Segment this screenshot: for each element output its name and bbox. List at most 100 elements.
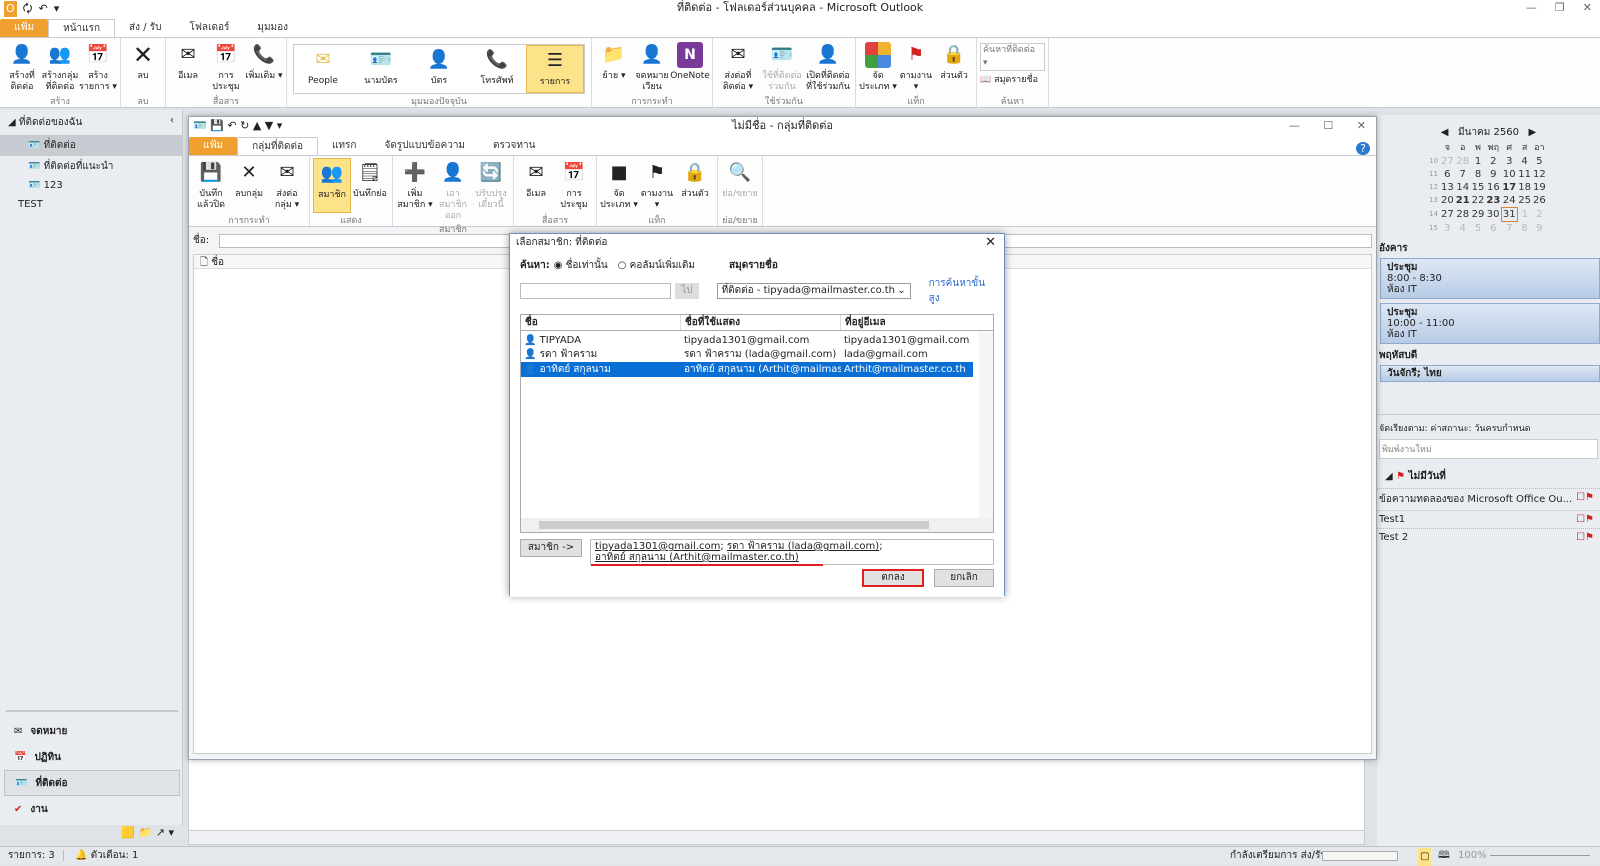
tab-send-receive[interactable]: ส่ง / รับ bbox=[115, 19, 175, 37]
calendar-day[interactable]: 10 bbox=[1501, 168, 1517, 181]
address-book-dropdown[interactable]: ที่ติดต่อ - tipyada@mailmaster.co.th ⌄ bbox=[716, 283, 911, 299]
calendar-day[interactable]: 19 bbox=[1532, 181, 1547, 194]
calendar-day[interactable]: 16 bbox=[1485, 181, 1501, 194]
horizontal-scrollbar[interactable] bbox=[521, 518, 993, 532]
calendar-day[interactable]: 7 bbox=[1455, 168, 1471, 181]
send-receive-icon[interactable]: 🗘 bbox=[23, 1, 33, 17]
flag-icon[interactable]: ☐⚑ bbox=[1576, 492, 1598, 507]
calendar-day[interactable]: 31 bbox=[1500, 207, 1518, 222]
ribbon-button[interactable]: ➕ เพิ่มสมาชิก ▾ bbox=[396, 158, 434, 222]
meeting-button[interactable]: 📅 การประชุม bbox=[207, 40, 245, 94]
notes-icon[interactable]: 🟨 bbox=[121, 826, 135, 839]
nav-splitter[interactable] bbox=[6, 710, 178, 712]
reading-view-icon[interactable]: 🕮 bbox=[1438, 847, 1450, 865]
private-button[interactable]: 🔒 ส่วนตัว bbox=[935, 40, 973, 94]
address-book-button[interactable]: 📖 สมุดรายชื่อ bbox=[980, 71, 1045, 89]
onenote-button[interactable]: N OneNote bbox=[670, 40, 710, 94]
zoom-level[interactable]: 100% bbox=[1458, 847, 1487, 865]
ribbon-button[interactable]: 🔍 ย่อ/ขยาย bbox=[721, 158, 759, 213]
move-button[interactable]: 📁 ย้าย ▾ bbox=[595, 40, 633, 94]
open-shared-contacts-button[interactable]: 👤 เปิดที่ติดต่อที่ใช้ร่วมกัน bbox=[804, 40, 852, 94]
nav-mail[interactable]: ✉ จดหมาย bbox=[4, 718, 180, 744]
calendar-day[interactable]: 3 bbox=[1501, 155, 1517, 168]
calendar-day[interactable]: 29 bbox=[1471, 208, 1486, 222]
appointment[interactable]: ประชุม 8:00 - 8:30 ห้อง IT bbox=[1380, 258, 1600, 299]
tab-insert[interactable]: แทรก bbox=[318, 137, 370, 155]
nav-header[interactable]: ◢ ที่ติดต่อของฉัน ‹ bbox=[0, 110, 182, 135]
advanced-find-link[interactable]: การค้นหาขั้นสูง bbox=[929, 276, 994, 306]
nav-calendar[interactable]: 📅 ปฏิทิน bbox=[4, 744, 180, 770]
flag-icon[interactable]: ☐⚑ bbox=[1576, 532, 1598, 543]
zoom-slider[interactable] bbox=[1490, 855, 1590, 856]
calendar-day[interactable]: 27 bbox=[1440, 155, 1455, 168]
nav-folder-suggested[interactable]: 🪪 ที่ติดต่อที่แนะนำ bbox=[0, 156, 182, 177]
calendar-day[interactable]: 4 bbox=[1517, 155, 1532, 168]
minimize-button[interactable]: — bbox=[1526, 0, 1537, 16]
calendar-day[interactable]: 30 bbox=[1485, 208, 1501, 222]
calendar-day[interactable]: 9 bbox=[1532, 222, 1547, 236]
ribbon-button[interactable]: 📅 การประชุม bbox=[555, 158, 593, 213]
nav-contacts[interactable]: 🪪 ที่ติดต่อ bbox=[4, 770, 180, 796]
calendar-day[interactable]: 1 bbox=[1471, 155, 1486, 168]
calendar-day[interactable]: 3 bbox=[1440, 222, 1455, 236]
folder-icon[interactable]: 📁 bbox=[139, 826, 153, 839]
undo-icon[interactable]: ↶ bbox=[38, 1, 47, 17]
calendar-day[interactable]: 23 bbox=[1485, 194, 1501, 208]
ribbon-button[interactable]: ✉ ส่งต่อกลุ่ม ▾ bbox=[268, 158, 306, 213]
calendar-day[interactable]: 12 bbox=[1532, 168, 1547, 181]
ribbon-button[interactable]: 💾 บันทึกแล้วปิด bbox=[192, 158, 230, 213]
new-items-button[interactable]: 📅 สร้างรายการ ▾ bbox=[79, 40, 117, 94]
vertical-scrollbar[interactable] bbox=[979, 332, 993, 520]
view-people-button[interactable]: ✉ People bbox=[294, 45, 352, 93]
new-contact-group-button[interactable]: 👥 สร้างกลุ่มที่ติดต่อ bbox=[41, 40, 79, 94]
calendar-day[interactable]: 2 bbox=[1532, 208, 1547, 222]
calendar-day[interactable]: 6 bbox=[1485, 222, 1501, 236]
column-display-name[interactable]: ชื่อที่ใช้แสดง bbox=[681, 315, 841, 330]
ribbon-button[interactable]: 👤 เอาสมาชิกออก bbox=[434, 158, 472, 222]
ok-button[interactable]: ตกลง bbox=[862, 569, 924, 587]
group-window-controls[interactable]: — ☐ ✕ bbox=[1289, 119, 1366, 132]
task-item[interactable]: Test1 ☐⚑ bbox=[1377, 510, 1600, 528]
help-icon[interactable]: ? bbox=[1350, 142, 1376, 155]
ribbon-button[interactable]: 🔒 ส่วนตัว bbox=[676, 158, 714, 213]
calendar-day[interactable]: 20 bbox=[1440, 194, 1455, 208]
calendar-day[interactable]: 5 bbox=[1532, 155, 1547, 168]
calendar-day[interactable]: 22 bbox=[1471, 194, 1486, 208]
collapse-nav-icon[interactable]: ‹ bbox=[170, 115, 174, 126]
reminders-count[interactable]: 🔔 ตัวเตือน: 1 bbox=[67, 850, 146, 861]
follow-up-button[interactable]: ⚑ ตามงาน ▾ bbox=[897, 40, 935, 94]
tab-file[interactable]: แฟ้ม bbox=[0, 19, 49, 37]
members-button[interactable]: สมาชิก -> bbox=[520, 539, 582, 557]
search-input[interactable] bbox=[520, 283, 672, 299]
new-contact-button[interactable]: 👤 สร้างที่ติดต่อ bbox=[3, 40, 41, 94]
calendar-day[interactable]: 4 bbox=[1455, 222, 1471, 236]
ribbon-button[interactable]: 🔄 ปรับปรุงเดี๋ยวนี้ bbox=[472, 158, 510, 222]
ribbon-button[interactable]: ■ จัดประเภท ▾ bbox=[600, 158, 638, 213]
calendar-day[interactable]: 13 bbox=[1440, 181, 1455, 194]
email-button[interactable]: ✉ อีเมล bbox=[169, 40, 207, 94]
calendar-day[interactable]: 7 bbox=[1501, 222, 1517, 236]
view-list-button[interactable]: ☰ รายการ bbox=[526, 45, 584, 93]
calendar-day[interactable]: 9 bbox=[1485, 168, 1501, 181]
calendar-day[interactable]: 28 bbox=[1455, 155, 1471, 168]
calendar-day[interactable]: 2 bbox=[1485, 155, 1501, 168]
view-card-button[interactable]: 👤 บัตร bbox=[410, 45, 468, 93]
tab-folder[interactable]: โฟลเดอร์ bbox=[175, 19, 243, 37]
calendar-day[interactable]: 8 bbox=[1517, 222, 1532, 236]
ribbon-button[interactable]: ✕ ลบกลุ่ม bbox=[230, 158, 268, 213]
column-name[interactable]: ชื่อ bbox=[521, 315, 681, 330]
calendar-day[interactable]: 11 bbox=[1517, 168, 1532, 181]
calendar-day[interactable]: 6 bbox=[1440, 168, 1455, 181]
dialog-close-button[interactable]: ✕ bbox=[985, 234, 1004, 252]
restore-button[interactable]: ❐ bbox=[1555, 0, 1565, 16]
radio-more-columns[interactable]: ○ คอลัมน์เพิ่มเติม bbox=[618, 258, 695, 273]
more-button[interactable]: 📞 เพิ่มเติม ▾ bbox=[245, 40, 283, 94]
forward-contact-button[interactable]: ✉ ส่งต่อที่ติดต่อ ▾ bbox=[716, 40, 760, 94]
calendar-day[interactable]: 5 bbox=[1471, 222, 1486, 236]
delete-button[interactable]: ✕ ลบ bbox=[124, 40, 162, 94]
task-sort-header[interactable]: จัดเรียงตาม: ค่าสถานะ: วันครบกำหนด bbox=[1377, 414, 1600, 437]
column-email[interactable]: ที่อยู่อีเมล bbox=[841, 315, 993, 330]
tab-home[interactable]: หน้าแรก bbox=[48, 19, 116, 37]
calendar-day[interactable]: 28 bbox=[1455, 208, 1471, 222]
calendar-day[interactable]: 17 bbox=[1501, 181, 1517, 194]
